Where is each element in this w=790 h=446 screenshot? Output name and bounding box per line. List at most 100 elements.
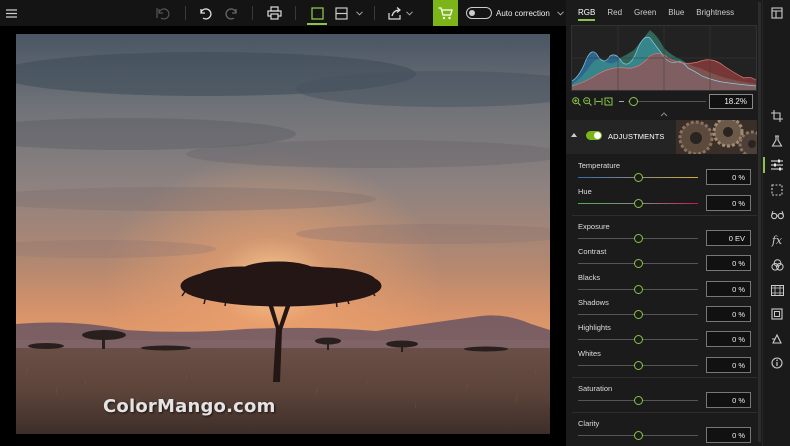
saturation-label: Saturation	[578, 384, 613, 393]
chevron-down-icon[interactable]	[555, 0, 565, 26]
shadows-slider-knob[interactable]	[633, 310, 643, 319]
whites-value-field[interactable]: 0 %	[706, 357, 751, 373]
toolbar-separator	[185, 6, 186, 20]
whites-label: Whites	[578, 349, 601, 358]
sliders-icon[interactable]	[770, 158, 784, 172]
share-icon[interactable]	[386, 0, 404, 26]
highlights-label: Highlights	[578, 323, 611, 332]
adjustments-header[interactable]: ADJUSTMENTS	[566, 120, 762, 154]
info-icon[interactable]	[770, 356, 784, 370]
group-divider	[572, 377, 758, 378]
exposure-label: Exposure	[578, 222, 610, 231]
menu-icon[interactable]	[4, 0, 18, 26]
group-divider	[572, 412, 758, 413]
tab-blue[interactable]: Blue	[668, 4, 684, 21]
scrollbar-thumb[interactable]	[758, 2, 761, 442]
auto-correction-toggle[interactable]: Auto correction	[466, 0, 554, 26]
highlights-row: Highlights 0 %	[566, 322, 762, 348]
layout-icon[interactable]	[770, 6, 784, 20]
highlights-slider-knob[interactable]	[633, 335, 643, 344]
collapse-arrow-icon[interactable]	[571, 133, 577, 137]
tab-green[interactable]: Green	[634, 4, 656, 21]
buy-button[interactable]	[433, 0, 458, 26]
toggle-switch[interactable]	[466, 7, 492, 19]
zoom-toolbar: 18.2%	[570, 93, 758, 111]
exposure-row: Exposure 0 EV	[566, 221, 762, 247]
top-toolbar: Auto correction	[0, 0, 566, 26]
watermark: ColorMango.com	[103, 396, 276, 417]
color-circles-icon[interactable]	[770, 258, 784, 272]
photo-canvas[interactable]	[16, 34, 550, 434]
blacks-label: Blacks	[578, 273, 601, 282]
toolbar-separator	[252, 6, 253, 20]
collapse-histogram-icon[interactable]	[660, 112, 668, 117]
undo-icon[interactable]	[197, 0, 215, 26]
saturation-value-field[interactable]: 0 %	[706, 392, 751, 408]
zoom-value-field[interactable]: 18.2%	[709, 94, 753, 109]
highlights-value-field[interactable]: 0 %	[706, 331, 751, 347]
shadows-row: Shadows 0 %	[566, 297, 762, 323]
clarity-row: Clarity 0 %	[566, 418, 762, 444]
chevron-down-icon[interactable]	[354, 0, 364, 26]
exposure-slider-knob[interactable]	[633, 234, 643, 243]
tab-red[interactable]: Red	[607, 4, 622, 21]
temperature-value-field[interactable]: 0 %	[706, 169, 751, 185]
histogram	[571, 25, 757, 91]
single-view-icon[interactable]	[305, 0, 329, 26]
split-view-icon[interactable]	[332, 0, 350, 26]
hue-value-field[interactable]: 0 %	[706, 195, 751, 211]
temperature-slider-knob[interactable]	[633, 173, 643, 182]
zoom-slider-track[interactable]	[628, 101, 706, 102]
hue-slider-knob[interactable]	[633, 199, 643, 208]
undo-all-icon[interactable]	[154, 0, 172, 26]
whites-slider-knob[interactable]	[633, 361, 643, 370]
saturation-row: Saturation 0 %	[566, 383, 762, 409]
tab-brightness[interactable]: Brightness	[696, 4, 734, 21]
whites-row: Whites 0 %	[566, 348, 762, 374]
toolbar-separator	[295, 6, 296, 20]
landscape-photo	[16, 34, 550, 434]
zoom-out-icon[interactable]	[583, 97, 592, 106]
crop-icon[interactable]	[770, 109, 784, 123]
hue-label: Hue	[578, 187, 592, 196]
zoom-in-icon[interactable]	[572, 97, 581, 106]
frame-icon[interactable]	[770, 307, 784, 321]
temperature-label: Temperature	[578, 161, 621, 170]
fit-screen-icon[interactable]	[604, 97, 613, 106]
transform-icon[interactable]	[770, 332, 784, 346]
histogram-tabs: RGB Red Green Blue Brightness	[566, 0, 762, 24]
film-strip-icon[interactable]	[770, 283, 784, 297]
chevron-down-icon[interactable]	[404, 0, 414, 26]
cart-icon	[438, 6, 453, 19]
print-icon[interactable]	[264, 0, 284, 26]
shadows-label: Shadows	[578, 298, 609, 307]
hue-row: Hue 0 %	[566, 186, 762, 212]
tab-rgb[interactable]: RGB	[578, 4, 596, 21]
contrast-value-field[interactable]: 0 %	[706, 255, 751, 271]
toolbar-separator	[374, 6, 375, 20]
temperature-row: Temperature 0 %	[566, 160, 762, 186]
active-view-indicator	[307, 23, 327, 25]
selection-icon[interactable]	[770, 183, 784, 197]
blacks-row: Blacks 0 %	[566, 272, 762, 298]
glasses-icon[interactable]	[770, 208, 784, 222]
clarity-slider-knob[interactable]	[633, 431, 643, 440]
fx-icon[interactable]: fx	[770, 233, 784, 247]
flask-icon[interactable]	[770, 134, 784, 148]
shadows-value-field[interactable]: 0 %	[706, 306, 751, 322]
redo-icon[interactable]	[222, 0, 240, 26]
clarity-value-field[interactable]: 0 %	[706, 427, 751, 443]
zoom-slider-knob[interactable]	[629, 97, 638, 106]
fit-width-icon[interactable]	[594, 97, 603, 106]
contrast-slider-knob[interactable]	[633, 259, 643, 268]
blacks-slider-knob[interactable]	[633, 285, 643, 294]
adjustments-title: ADJUSTMENTS	[608, 132, 665, 141]
gears-image	[676, 120, 762, 154]
zoom-small-icon[interactable]	[617, 97, 626, 106]
saturation-slider-knob[interactable]	[633, 396, 643, 405]
blacks-value-field[interactable]: 0 %	[706, 281, 751, 297]
auto-correction-label: Auto correction	[496, 8, 550, 18]
tool-sidebar: fx	[762, 0, 790, 446]
exposure-value-field[interactable]: 0 EV	[706, 230, 751, 246]
adjustments-toggle[interactable]	[586, 131, 602, 140]
